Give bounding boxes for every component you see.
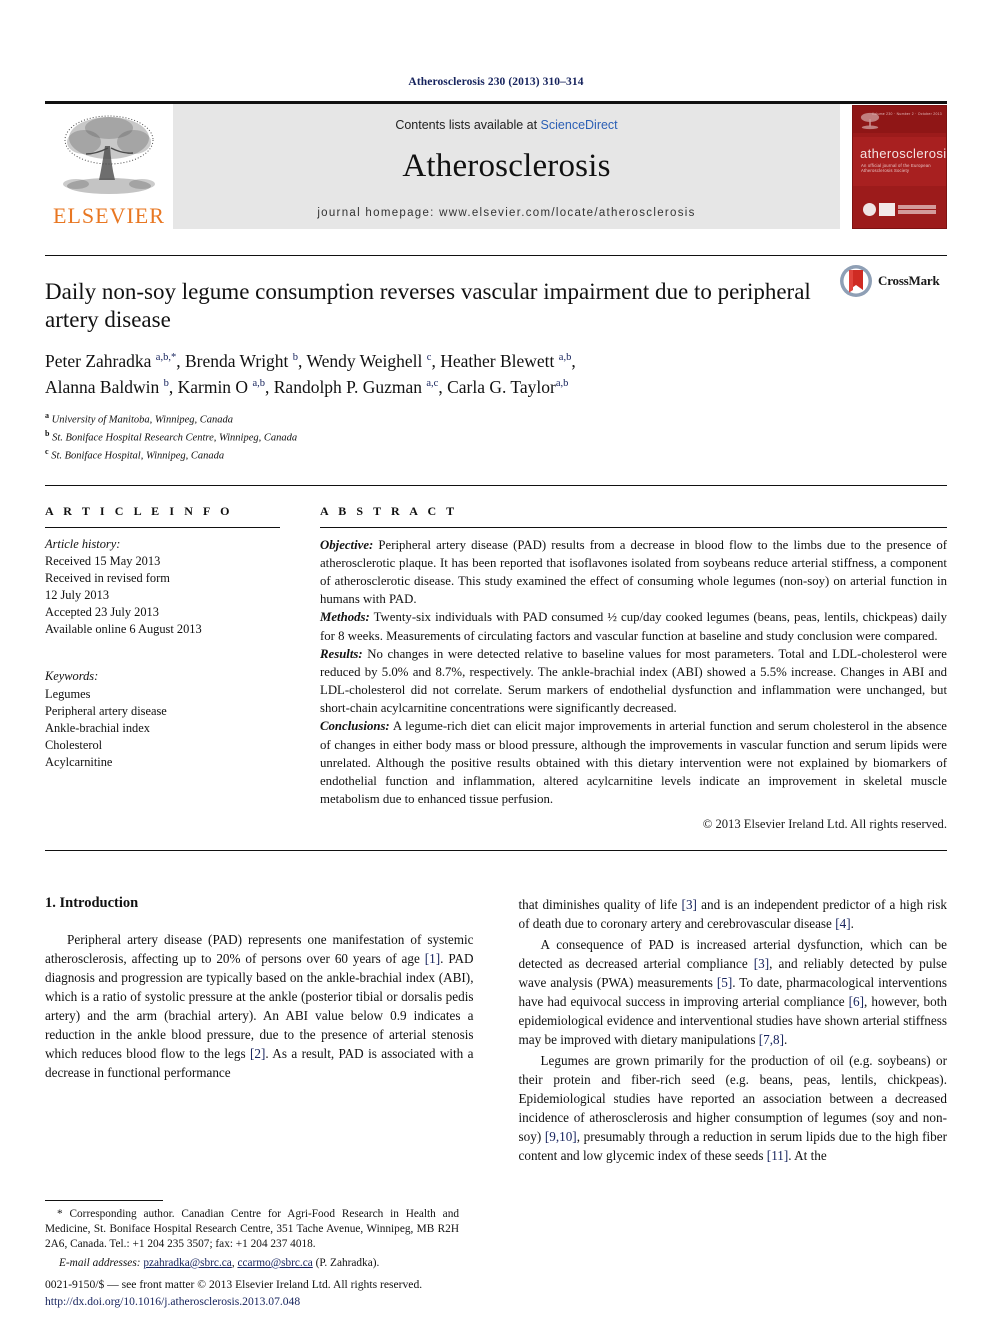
history-item: 12 July 2013 <box>45 588 110 603</box>
author-line-1: Peter Zahradka a,b,*, Brenda Wright b, W… <box>45 351 576 372</box>
crossmark-icon <box>840 265 872 297</box>
article-page: Atherosclerosis 230 (2013) 310–314 ELSEV… <box>0 0 992 1323</box>
sciencedirect-link[interactable]: ScienceDirect <box>541 118 618 132</box>
journal-cover-thumbnail[interactable]: Volume 230 · Number 2 · October 2013 ath… <box>852 104 947 229</box>
affiliation-item: b St. Boniface Hospital Research Centre,… <box>45 429 298 444</box>
journal-title: Atherosclerosis <box>402 148 611 184</box>
body-column-right: that diminishes quality of life [3] and … <box>519 895 948 1167</box>
section-heading-introduction: 1. Introduction <box>45 895 139 912</box>
affiliation-list: a University of Manitoba, Winnipeg, Cana… <box>45 410 947 465</box>
body-paragraph: that diminishes quality of life [3] and … <box>518 897 948 932</box>
cover-society-logos <box>863 202 936 216</box>
history-item: Received 15 May 2013 <box>45 553 161 568</box>
affiliation-item: c St. Boniface Hospital, Winnipeg, Canad… <box>45 447 225 462</box>
affiliation-item: a University of Manitoba, Winnipeg, Cana… <box>45 410 234 426</box>
info-abstract-row: A R T I C L E I N F O Article history: R… <box>45 486 947 832</box>
contents-line: Contents lists available at ScienceDirec… <box>395 118 617 132</box>
citation-ref[interactable]: [7,8] <box>759 1032 784 1047</box>
journal-banner: Contents lists available at ScienceDirec… <box>173 104 840 229</box>
article-info-heading: A R T I C L E I N F O <box>45 503 234 518</box>
affiliation-text: St. Boniface Hospital Research Centre, W… <box>52 432 298 444</box>
abstract-section-text: Twenty-six individuals with PAD consumed… <box>320 610 947 643</box>
keyword-item: Ankle-brachial index <box>45 720 150 735</box>
abstract-section-text: Peripheral artery disease (PAD) results … <box>320 537 947 607</box>
email-label: E-mail addresses: <box>59 1256 141 1269</box>
keyword-item: Acylcarnitine <box>45 755 113 770</box>
front-matter-line: 0021-9150/$ — see front matter © 2013 El… <box>45 1278 423 1292</box>
keywords-block: Keywords: Legumes Peripheral artery dise… <box>45 668 280 771</box>
elsevier-logo: ELSEVIER <box>45 104 173 229</box>
citation-ref[interactable]: [3] <box>682 897 697 912</box>
abstract-section-text: A legume-rich diet can elicit major impr… <box>320 719 947 806</box>
abstract-section: Objective: Peripheral artery disease (PA… <box>320 536 947 609</box>
abstract-section-label: Results: <box>320 646 363 661</box>
abstract-section-label: Conclusions: <box>320 719 390 734</box>
keyword-item: Peripheral artery disease <box>45 703 167 718</box>
body-paragraph: Legumes are grown primarily for the prod… <box>518 1053 948 1164</box>
email-link-2[interactable]: ccarmo@sbrc.ca <box>237 1257 312 1269</box>
article-history-label: Article history: <box>45 536 121 551</box>
cover-title: atherosclerosis <box>860 145 947 161</box>
abstract-heading: A B S T R A C T <box>320 503 458 518</box>
abstract-bottom-divider <box>45 850 947 852</box>
abstract-section-text: No changes in were detected relative to … <box>320 646 947 716</box>
title-area: Daily non-soy legume consumption reverse… <box>45 256 947 465</box>
citation-ref[interactable]: [11] <box>767 1148 788 1163</box>
keyword-item: Cholesterol <box>45 737 103 752</box>
body-column-left: 1. Introduction Peripheral artery diseas… <box>45 895 474 1167</box>
footnote-divider <box>45 1199 163 1201</box>
citation-ref[interactable]: [2] <box>250 1046 265 1061</box>
page-title: Daily non-soy legume consumption reverse… <box>45 279 811 333</box>
elsevier-wordmark: ELSEVIER <box>53 203 165 228</box>
contents-prefix: Contents lists available at <box>395 118 541 132</box>
front-matter-block: 0021-9150/$ — see front matter © 2013 El… <box>45 1277 515 1310</box>
corresponding-author-note: * Corresponding author. Canadian Centre … <box>45 1207 459 1251</box>
footnote-block: * Corresponding author. Canadian Centre … <box>45 1199 459 1271</box>
keyword-item: Legumes <box>45 686 91 701</box>
abstract-column: A B S T R A C T Objective: Peripheral ar… <box>320 504 947 832</box>
crossmark-label: CrossMark <box>878 273 940 288</box>
crossmark-badge[interactable]: CrossMark <box>839 264 947 298</box>
author-list: Peter Zahradka a,b,*, Brenda Wright b, W… <box>45 348 845 401</box>
citation-ref[interactable]: [1] <box>425 951 440 966</box>
abstract-body: Objective: Peripheral artery disease (PA… <box>320 536 947 808</box>
running-head: Atherosclerosis 230 (2013) 310–314 <box>408 76 584 88</box>
email-note: E-mail addresses: pzahradka@sbrc.ca, cca… <box>59 1256 380 1269</box>
citation-ref[interactable]: [9,10] <box>545 1129 577 1144</box>
citation-ref[interactable]: [6] <box>849 994 864 1009</box>
history-item: Accepted 23 July 2013 <box>45 605 159 620</box>
doi-link[interactable]: http://dx.doi.org/10.1016/j.atherosclero… <box>45 1294 515 1310</box>
abstract-section: Conclusions: A legume-rich diet can elic… <box>320 717 947 808</box>
article-info-column: A R T I C L E I N F O Article history: R… <box>45 504 280 832</box>
email-link-1[interactable]: pzahradka@sbrc.ca <box>143 1257 232 1269</box>
journal-homepage[interactable]: journal homepage: www.elsevier.com/locat… <box>317 207 695 219</box>
abstract-section-label: Objective: <box>320 537 374 552</box>
abstract-copyright: © 2013 Elsevier Ireland Ltd. All rights … <box>702 817 947 832</box>
abstract-section-label: Methods: <box>320 610 370 625</box>
cover-top-row: Volume 230 · Number 2 · October 2013 <box>871 111 942 116</box>
affiliation-text: University of Manitoba, Winnipeg, Canada <box>51 414 234 426</box>
article-history-block: Article history: Received 15 May 2013 Re… <box>45 536 280 639</box>
abstract-section: Results: No changes in were detected rel… <box>320 645 947 718</box>
affiliation-text: St. Boniface Hospital, Winnipeg, Canada <box>51 450 225 462</box>
history-item: Available online 6 August 2013 <box>45 622 202 637</box>
history-item: Received in revised form <box>45 571 170 586</box>
author-line-2: Alanna Baldwin b, Karmin O a,b, Randolph… <box>45 377 569 398</box>
elsevier-tree-icon <box>63 115 155 194</box>
journal-masthead: ELSEVIER Contents lists available at Sci… <box>45 101 947 229</box>
body-paragraph: A consequence of PAD is increased arteri… <box>518 937 948 1048</box>
body-columns: 1. Introduction Peripheral artery diseas… <box>45 895 947 1167</box>
citation-ref[interactable]: [5] <box>717 975 732 990</box>
abstract-section: Methods: Twenty-six individuals with PAD… <box>320 608 947 644</box>
cover-subtitle: An official journal of the European Athe… <box>861 162 931 173</box>
email-suffix: (P. Zahradka). <box>312 1256 380 1269</box>
body-paragraph: Peripheral artery disease (PAD) represen… <box>45 932 474 1081</box>
citation-ref[interactable]: [4] <box>835 916 850 931</box>
keywords-label: Keywords: <box>45 669 99 684</box>
citation-ref[interactable]: [3] <box>754 956 769 971</box>
